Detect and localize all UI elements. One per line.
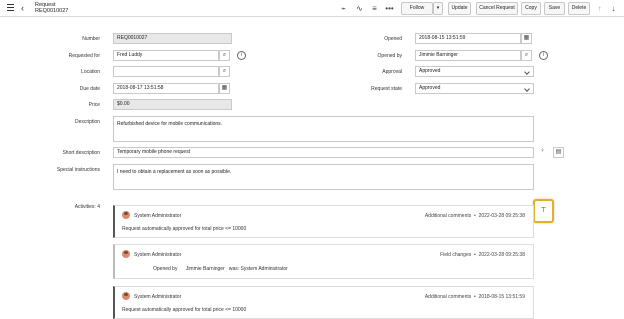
activity-entry: System Administrator Additional comments… [113,205,534,238]
filter-button[interactable]: ⊤ [533,199,554,223]
request-state-select[interactable]: Approved [415,83,534,94]
cancel-request-button[interactable]: Cancel Request [476,2,518,15]
avatar [122,250,130,258]
requested-for-field[interactable]: Fred Luddy [113,50,219,61]
approval-label: Approval [382,69,402,75]
info-icon[interactable]: i [237,51,246,60]
settings-icon[interactable]: ≡ [369,3,380,14]
arrow-up-icon[interactable]: ↑ [594,3,605,14]
avatar [122,292,130,300]
opened-by-label: Opened by [377,53,402,59]
price-label: Price [88,102,100,108]
activity-type: Additional comments [424,213,472,219]
location-label: Location [81,69,100,75]
activity-meta: Additional comments • 2018-08-15 13:51:5… [424,294,525,300]
activity-author: System Administrator [134,252,182,258]
due-date-field[interactable]: 2018-08-17 13:51:58 [113,83,219,94]
template-icon[interactable]: ▤ [553,147,564,158]
menu-icon[interactable] [7,4,14,12]
calendar-button[interactable]: ▦ [521,33,532,44]
search-icon: ⌕ [222,68,227,74]
update-button[interactable]: Update [448,2,471,15]
number-field[interactable]: REQ0010027 [113,33,232,44]
attachment-icon[interactable]: ⌁ [338,3,349,14]
activity-author: System Administrator [134,213,182,219]
info-icon[interactable]: i [539,51,548,60]
filter-icon: ⊤ [540,207,547,214]
location-lookup[interactable]: ⌕ [219,66,230,77]
activity-message: Request automatically approved for total… [122,307,247,313]
due-date-label: Due date [79,86,100,92]
special-instructions-label: Special instructions [56,167,100,173]
save-button[interactable]: Save [544,2,565,15]
copy-button[interactable]: Copy [521,2,541,15]
activity-message: Request automatically approved for total… [122,226,247,232]
short-description-label: Short description [62,150,100,156]
calendar-button[interactable]: ▦ [219,83,230,94]
suggestion-icon[interactable]: ♀ [537,147,548,158]
calendar-icon: ▦ [221,85,228,91]
location-field[interactable] [113,66,219,77]
search-icon: ⌕ [222,52,227,58]
number-label: Number [82,36,100,42]
activity-entry: System Administrator Field changes • 202… [113,244,534,279]
price-field: $0.00 [113,99,232,110]
activity-type: Additional comments [424,294,472,300]
approval-select[interactable]: Approved [415,66,534,77]
request-state-label: Request state [371,86,402,92]
field-change-value: Jimmie Barninger [185,266,225,272]
activity-meta: Field changes • 2022-03-28 09:25:38 [440,252,525,258]
activity-type: Field changes [440,252,472,258]
field-change: Opened by Jimmie Barninger was: System A… [153,266,288,272]
calendar-icon: ▦ [523,35,530,41]
avatar [122,211,130,219]
short-description-field[interactable]: Temporary mobile phone request [113,147,534,158]
activities-label: Activities: 4 [74,204,100,210]
activity-timestamp: 2022-03-28 09:25:38 [478,252,525,258]
activity-meta: Additional comments • 2022-03-28 09:25:3… [424,213,525,219]
field-change-name: Opened by [153,266,178,272]
record-number: REQ0010027 [35,8,69,14]
field-change-was: was: System Administrator [228,266,288,272]
activity-timestamp: 2018-08-15 13:51:59 [478,294,525,300]
opened-by-field[interactable]: Jimmie Barninger [415,50,521,61]
chevron-down-icon: ▾ [436,5,440,11]
delete-button[interactable]: Delete [568,2,590,15]
follow-dropdown[interactable]: ▾ [433,2,443,15]
activity-entry: System Administrator Additional comments… [113,286,534,319]
search-icon: ⌕ [524,52,529,58]
requested-for-label: Requested for [68,53,100,59]
back-icon[interactable]: ‹ [21,3,29,13]
opened-field[interactable]: 2018-08-15 13:51:59 [415,33,521,44]
special-instructions-field[interactable]: I need to obtain a replacement as soon a… [113,164,534,190]
description-field[interactable]: Refurbished device for mobile communicat… [113,116,534,142]
description-label: Description [74,119,100,125]
opened-label: Opened [384,36,402,42]
activity-icon[interactable]: ∿ [354,3,365,14]
arrow-down-icon[interactable]: ↓ [608,3,619,14]
activity-author: System Administrator [134,294,182,300]
form-header: ‹ Request REQ0010027 ⌁ ∿ ≡ ••• Follow ▾ … [0,0,624,17]
opened-by-lookup[interactable]: ⌕ [521,50,532,61]
follow-button[interactable]: Follow [401,2,433,15]
requested-for-lookup[interactable]: ⌕ [219,50,230,61]
more-icon[interactable]: ••• [384,3,395,14]
activity-timestamp: 2022-03-28 09:25:38 [478,213,525,219]
